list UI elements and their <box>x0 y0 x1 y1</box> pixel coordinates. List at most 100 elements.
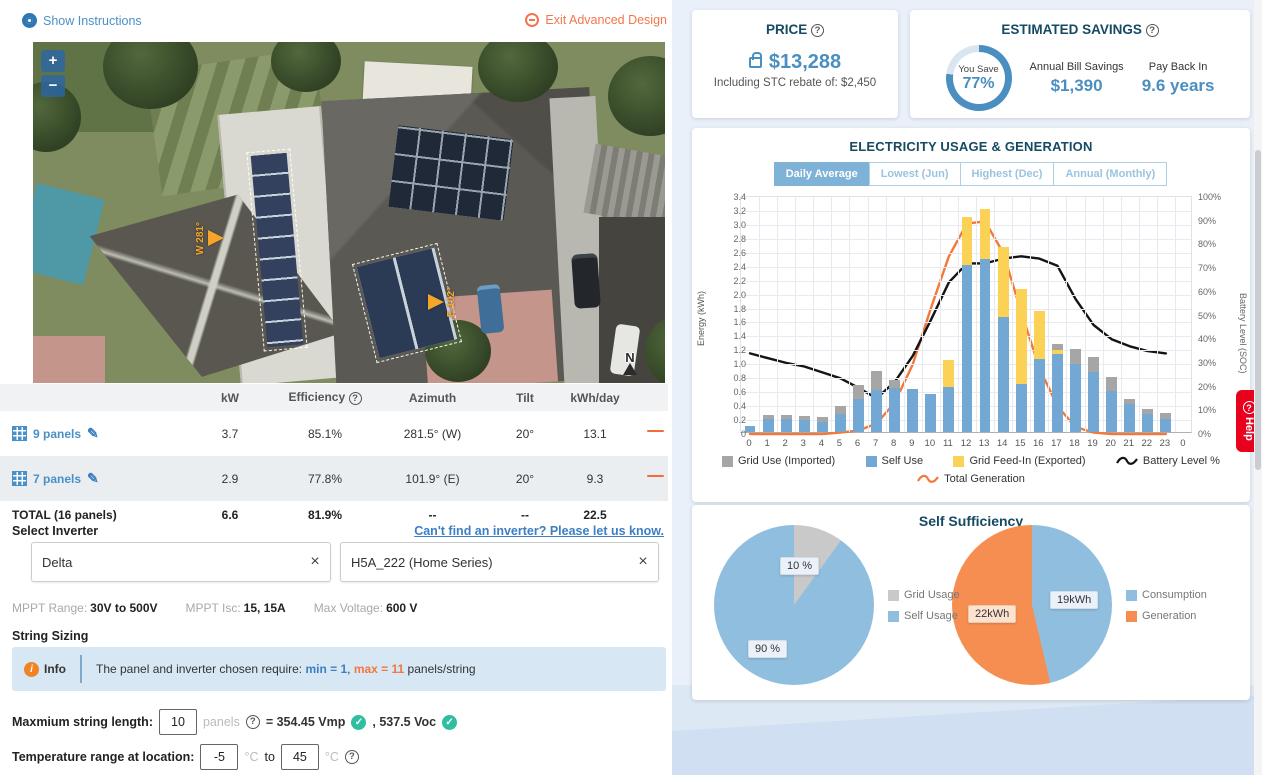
bar-segment <box>889 388 900 432</box>
panel-grid-icon <box>12 471 27 486</box>
design-toolbar: Show Instructions Exit Advanced Design <box>0 0 672 40</box>
string-sizing-info-box: i Info The panel and inverter chosen req… <box>12 647 666 691</box>
clear-icon[interactable]: × <box>628 553 658 571</box>
gridline <box>922 197 923 432</box>
gridline <box>813 197 814 432</box>
x-tick: 5 <box>829 438 849 449</box>
x-tick: 17 <box>1046 438 1066 449</box>
azimuth-arrow-west: W 281° <box>195 222 224 255</box>
x-tick: 12 <box>956 438 976 449</box>
max-string-length-input[interactable] <box>159 709 197 735</box>
temperature-help-icon[interactable]: ? <box>345 750 359 764</box>
page-scrollbar[interactable] <box>1254 0 1262 775</box>
cell-efficiency: 85.1% <box>275 427 375 441</box>
results-panel: PRICE ? $13,288 Including STC rebate of:… <box>672 0 1262 775</box>
gridline <box>1121 197 1122 432</box>
bar-segment <box>1142 414 1153 432</box>
chart-tabs: Daily AverageLowest (Jun)Highest (Dec)An… <box>692 162 1250 186</box>
y2-tick: 10% <box>1198 405 1234 415</box>
tab-lowest-jun-[interactable]: Lowest (Jun) <box>869 162 961 186</box>
x-tick: 3 <box>793 438 813 449</box>
bar-segment <box>1016 289 1027 384</box>
map-roof-corrugated <box>584 144 665 227</box>
you-save-gauge: You Save 77% <box>946 45 1012 111</box>
zoom-in-button[interactable]: + <box>41 50 65 72</box>
bar-segment <box>1088 357 1099 372</box>
bar-segment <box>943 360 954 387</box>
bar-segment <box>799 420 810 432</box>
tab-annual-monthly-[interactable]: Annual (Monthly) <box>1053 162 1167 186</box>
temp-max-input[interactable] <box>281 744 319 770</box>
consumption-kwh-label: 19kWh <box>1050 591 1098 609</box>
pay-back-in: Pay Back In 9.6 years <box>1142 61 1215 96</box>
edit-pencil-icon[interactable]: ✎ <box>87 425 99 442</box>
car-dark <box>571 253 601 309</box>
y-tick: 1.8 <box>706 304 746 314</box>
energy-pie-legend: Consumption Generation <box>1126 589 1207 631</box>
azimuth-label-east: E 102° <box>446 287 457 317</box>
x-tick: 14 <box>992 438 1012 449</box>
price-amount: $13,288 <box>769 51 841 74</box>
cell-kwh-day: 9.3 <box>560 472 630 486</box>
bar-segment <box>1016 384 1027 432</box>
temp-min-input[interactable] <box>200 744 238 770</box>
gridline <box>1030 197 1031 432</box>
inverter-brand-input[interactable] <box>32 555 300 570</box>
bar-segment <box>998 317 1009 432</box>
y-tick: 3.4 <box>706 192 746 202</box>
savings-title: ESTIMATED SAVINGS ? <box>910 22 1250 37</box>
cell-kw: 3.7 <box>185 427 275 441</box>
gridline <box>1103 197 1104 432</box>
info-icon: i <box>24 662 39 677</box>
clear-icon[interactable]: × <box>300 553 330 571</box>
bar-segment <box>1124 399 1135 404</box>
y-tick: 0.2 <box>706 415 746 425</box>
string-length-help-icon[interactable]: ? <box>246 715 260 729</box>
spec-mppt-isc: MPPT Isc:15, 15A <box>186 601 286 615</box>
bar-segment <box>817 417 828 421</box>
chart-title: ELECTRICITY USAGE & GENERATION <box>692 139 1250 154</box>
price-help-icon[interactable]: ? <box>811 24 824 37</box>
savings-help-icon[interactable]: ? <box>1146 24 1159 37</box>
bar-segment <box>745 426 756 432</box>
temperature-range-label: Temperature range at location: <box>12 750 194 764</box>
inverter-help-link[interactable]: Can't find an inverter? Please let us kn… <box>414 524 664 538</box>
tab-daily-average[interactable]: Daily Average <box>774 162 870 186</box>
y-tick: 1.2 <box>706 345 746 355</box>
y2-tick: 30% <box>1198 358 1234 368</box>
edit-pencil-icon[interactable]: ✎ <box>87 470 99 487</box>
x-tick: 19 <box>1083 438 1103 449</box>
panel-row-name[interactable]: 9 panels <box>33 427 81 441</box>
tab-highest-dec-[interactable]: Highest (Dec) <box>960 162 1055 186</box>
efficiency-help-icon[interactable]: ? <box>349 392 362 405</box>
bar-segment <box>853 385 864 399</box>
lock-icon <box>749 57 762 68</box>
exit-advanced-design-link[interactable]: Exit Advanced Design <box>525 13 667 27</box>
info-label: Info <box>44 662 66 676</box>
temperature-range-row: Temperature range at location: °C to °C … <box>12 744 359 770</box>
y-tick: 1.4 <box>706 331 746 341</box>
panel-row-name[interactable]: 7 panels <box>33 472 81 486</box>
col-kwh-day: kWh/day <box>560 391 630 405</box>
bar-segment <box>1124 404 1135 432</box>
gridline <box>940 197 941 432</box>
show-instructions-link[interactable]: Show Instructions <box>22 13 142 28</box>
inverter-model-input[interactable] <box>341 555 628 570</box>
max-string-length-row: Maxmium string length: panels ? = 354.45… <box>12 709 457 735</box>
panel-summary-table: kW Efficiency ? Azimuth Tilt kWh/day 9 p… <box>0 384 668 528</box>
self-sufficiency-card: Self Sufficiency 10 % 90 % 22kWh 19kWh G… <box>692 505 1250 700</box>
x-tick: 13 <box>974 438 994 449</box>
roof-aerial-map[interactable]: W 281° E 102° + − N <box>33 42 665 383</box>
inverter-model-select[interactable]: × <box>340 542 659 582</box>
bar-segment <box>1034 359 1045 432</box>
scrollbar-thumb[interactable] <box>1255 150 1261 470</box>
inverter-brand-select[interactable]: × <box>31 542 331 582</box>
zoom-out-button[interactable]: − <box>41 75 65 97</box>
gridline <box>994 197 995 432</box>
y2-tick: 80% <box>1198 239 1234 249</box>
bar-segment <box>998 247 1009 317</box>
design-panel: Show Instructions Exit Advanced Design <box>0 0 672 775</box>
gridline <box>1157 197 1158 432</box>
cell-kwh-day: 13.1 <box>560 427 630 441</box>
voc-value: , 537.5 Voc <box>372 715 436 729</box>
